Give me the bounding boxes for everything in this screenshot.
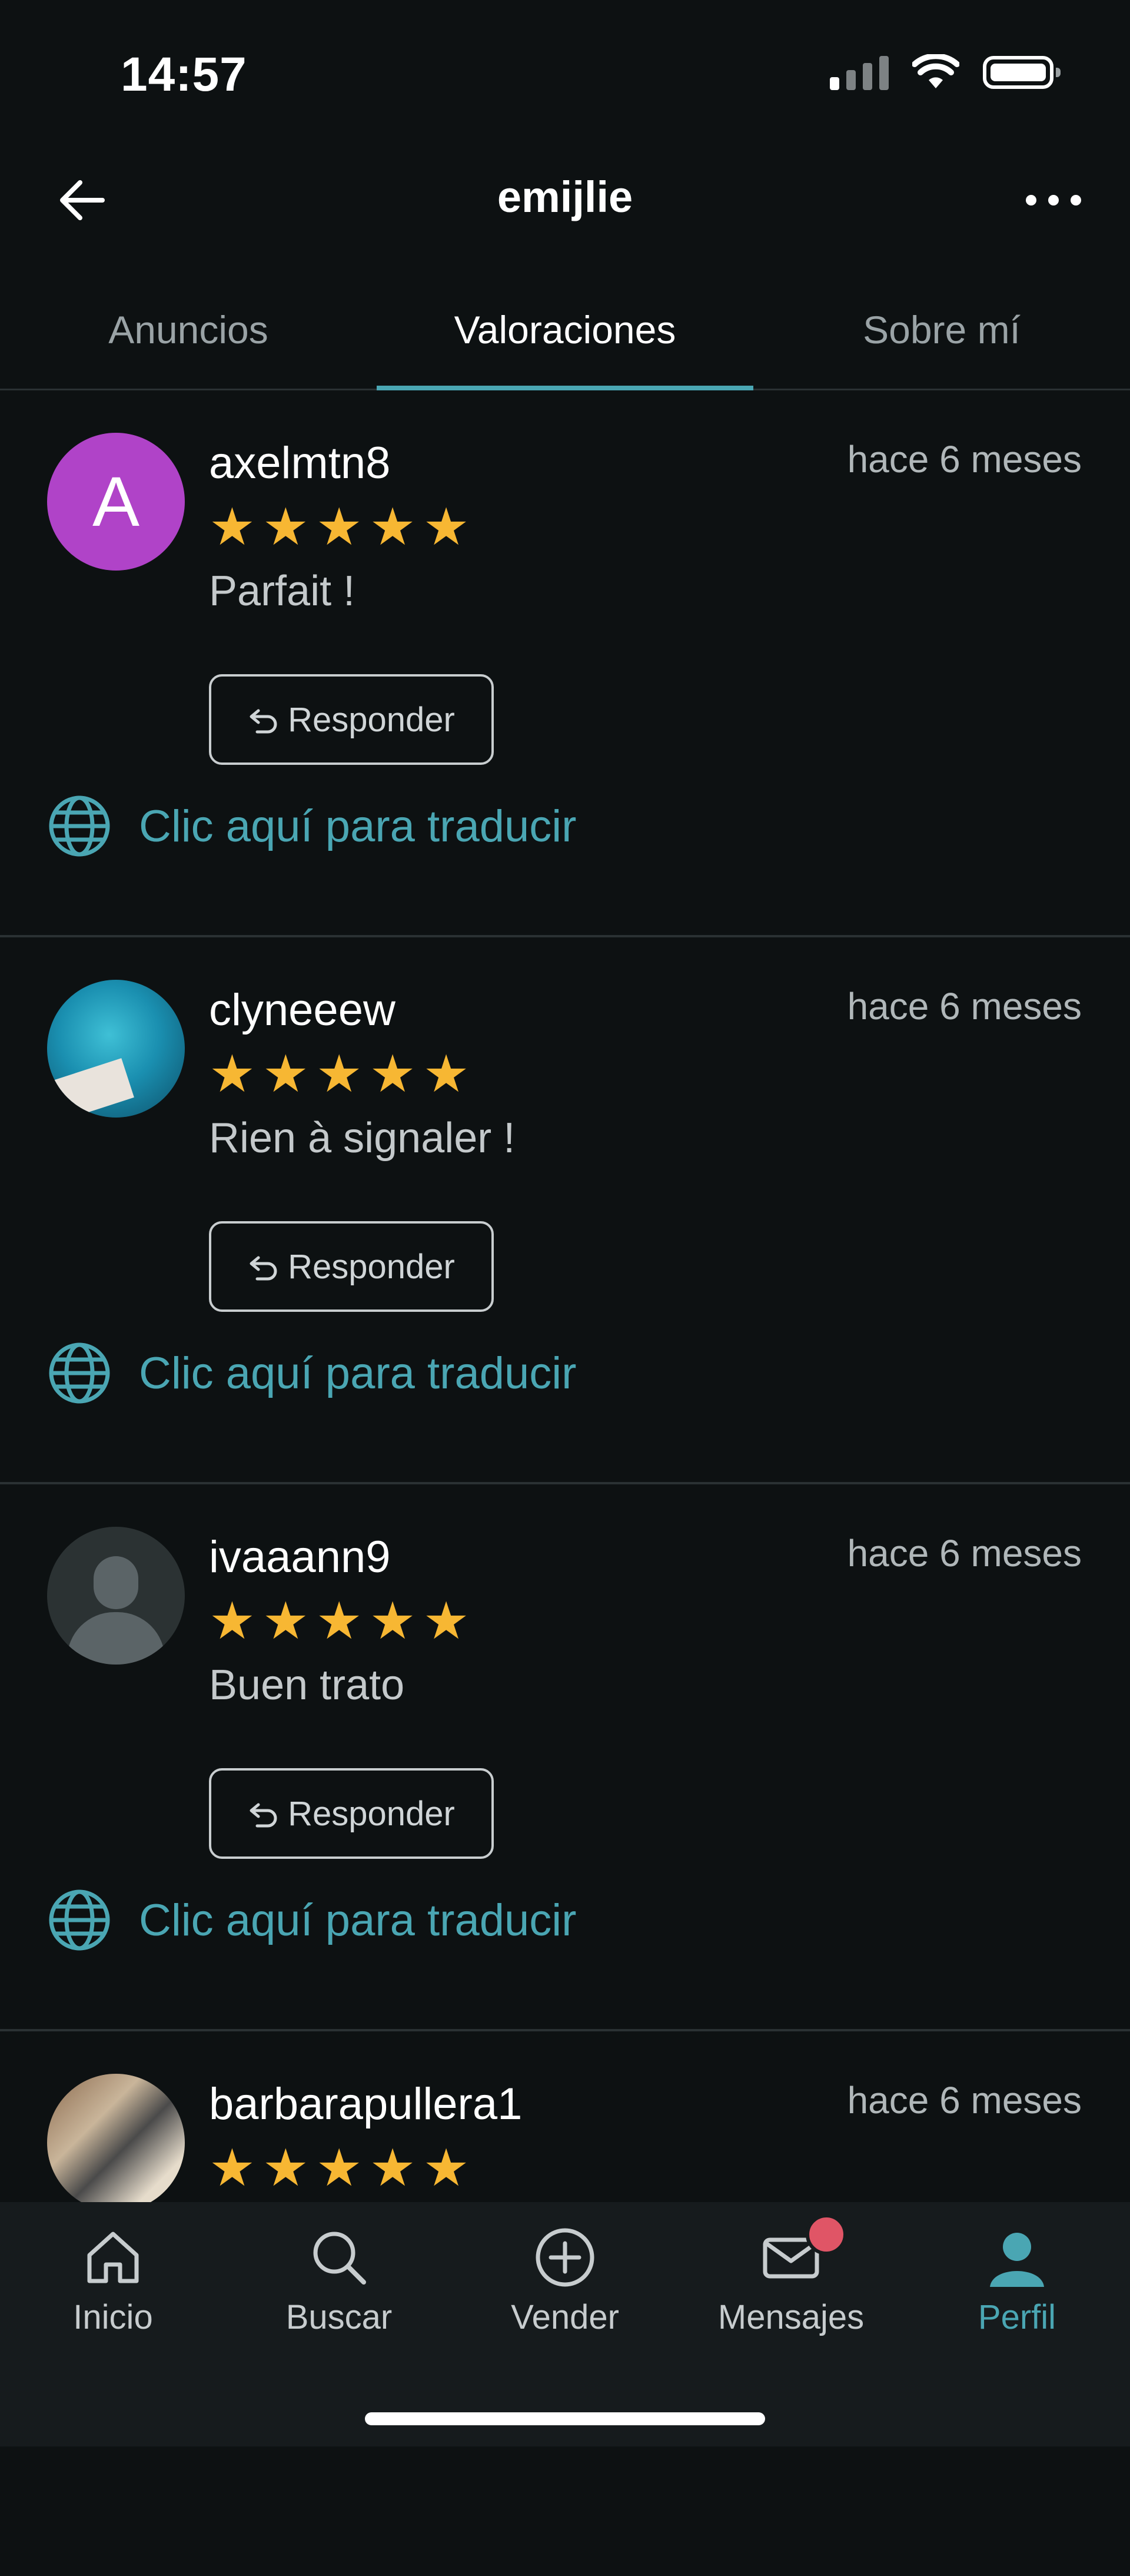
default-avatar-icon	[94, 1556, 138, 1609]
star-icon: ★	[315, 1592, 363, 1650]
star-icon: ★	[369, 1592, 416, 1650]
review-item: ivaaann9 hace 6 meses ★ ★ ★ ★ ★ Buen trato R…	[0, 1484, 1130, 2031]
review-time: hace 6 meses	[847, 438, 1082, 480]
star-icon: ★	[209, 498, 255, 556]
notification-badge	[806, 2214, 847, 2255]
reply-button[interactable]: Responder	[209, 674, 494, 765]
star-icon: ★	[262, 1045, 309, 1103]
star-icon: ★	[423, 1045, 470, 1103]
review-item: A axelmtn8 hace 6 meses ★ ★ ★ ★ ★ Parfait ! …	[0, 390, 1130, 937]
star-icon: ★	[315, 1045, 363, 1103]
review-username[interactable]: axelmtn8	[209, 437, 390, 489]
star-rating: ★ ★ ★ ★ ★	[209, 2142, 469, 2194]
reply-label: Responder	[288, 1794, 455, 1833]
nav-item-perfil[interactable]: Perfil	[904, 2202, 1130, 2337]
reply-button[interactable]: Responder	[209, 1221, 494, 1312]
review-time: hace 6 meses	[847, 1532, 1082, 1574]
star-icon: ★	[262, 1592, 309, 1650]
translate-label: Clic aquí para traducir	[139, 801, 577, 851]
globe-icon	[49, 1342, 110, 1404]
battery-icon	[983, 56, 1061, 89]
avatar-letter: A	[92, 462, 140, 541]
review-username[interactable]: clyneeew	[209, 984, 396, 1036]
status-icons	[830, 54, 1061, 91]
plus-circle-icon	[536, 2228, 594, 2287]
avatar[interactable]	[47, 980, 185, 1118]
reply-icon	[250, 1803, 277, 1828]
review-time: hace 6 meses	[847, 2079, 1082, 2121]
translate-link[interactable]: Clic aquí para traducir	[47, 1341, 576, 1405]
nav-item-mensajes[interactable]: Mensajes	[678, 2202, 904, 2337]
review-item: clyneeew hace 6 meses ★ ★ ★ ★ ★ Rien à signa…	[0, 937, 1130, 1484]
nav-item-inicio[interactable]: Inicio	[0, 2202, 226, 2337]
nav-item-buscar[interactable]: Buscar	[226, 2202, 452, 2337]
globe-icon	[49, 795, 110, 857]
reply-label: Responder	[288, 1247, 455, 1286]
wifi-icon	[912, 54, 959, 88]
globe-icon	[49, 1889, 110, 1951]
avatar[interactable]: A	[47, 433, 185, 571]
star-icon: ★	[209, 1045, 255, 1103]
bottom-nav: Inicio Buscar Vender Mensajes Perfil	[0, 2202, 1130, 2446]
star-rating: ★ ★ ★ ★ ★	[209, 501, 469, 553]
tab-bar: Anuncios Valoraciones Sobre mí	[0, 271, 1130, 390]
star-icon: ★	[423, 498, 470, 556]
page-title: emijlie	[497, 173, 633, 221]
search-icon	[313, 2232, 366, 2285]
nav-label: Mensajes	[717, 2298, 865, 2336]
star-icon: ★	[369, 498, 416, 556]
more-options-icon[interactable]	[1018, 171, 1089, 230]
avatar[interactable]	[47, 2074, 185, 2212]
nav-label: Perfil	[978, 2298, 1056, 2336]
review-username[interactable]: barbarapullera1	[209, 2078, 522, 2130]
star-icon: ★	[262, 498, 309, 556]
star-icon: ★	[315, 2139, 363, 2197]
tab-valoraciones[interactable]: Valoraciones	[377, 271, 753, 390]
reply-icon	[250, 1256, 277, 1281]
review-comment: Parfait !	[209, 568, 355, 615]
review-comment: Rien à signaler !	[209, 1115, 516, 1162]
nav-label: Buscar	[285, 2298, 393, 2336]
reply-icon	[250, 709, 277, 734]
star-icon: ★	[423, 1592, 470, 1650]
star-icon: ★	[369, 1045, 416, 1103]
nav-label: Vender	[511, 2298, 619, 2336]
star-rating: ★ ★ ★ ★ ★	[209, 1595, 469, 1647]
star-rating: ★ ★ ★ ★ ★	[209, 1048, 469, 1100]
reply-button[interactable]: Responder	[209, 1768, 494, 1859]
signal-icon	[830, 55, 889, 90]
review-time: hace 6 meses	[847, 985, 1082, 1027]
star-icon: ★	[315, 498, 363, 556]
status-time: 14:57	[121, 48, 247, 101]
avatar[interactable]	[47, 1527, 185, 1665]
nav-item-vender[interactable]: Vender	[452, 2202, 678, 2337]
translate-link[interactable]: Clic aquí para traducir	[47, 794, 576, 858]
home-icon	[87, 2232, 139, 2283]
star-icon: ★	[423, 2139, 470, 2197]
star-icon: ★	[262, 2139, 309, 2197]
translate-link[interactable]: Clic aquí para traducir	[47, 1888, 576, 1952]
star-icon: ★	[369, 2139, 416, 2197]
status-bar: 14:57	[0, 0, 1130, 147]
tab-sobre-mi[interactable]: Sobre mí	[753, 271, 1130, 389]
home-indicator	[365, 2412, 765, 2425]
star-icon: ★	[209, 2139, 255, 2197]
header: emijlie	[0, 147, 1130, 271]
reply-label: Responder	[288, 700, 455, 739]
nav-label: Inicio	[73, 2298, 153, 2336]
review-comment: Buen trato	[209, 1662, 405, 1709]
translate-label: Clic aquí para traducir	[139, 1348, 577, 1398]
profile-icon	[990, 2233, 1044, 2287]
translate-label: Clic aquí para traducir	[139, 1895, 577, 1945]
review-username[interactable]: ivaaann9	[209, 1531, 391, 1583]
star-icon: ★	[209, 1592, 255, 1650]
tab-anuncios[interactable]: Anuncios	[0, 271, 377, 389]
